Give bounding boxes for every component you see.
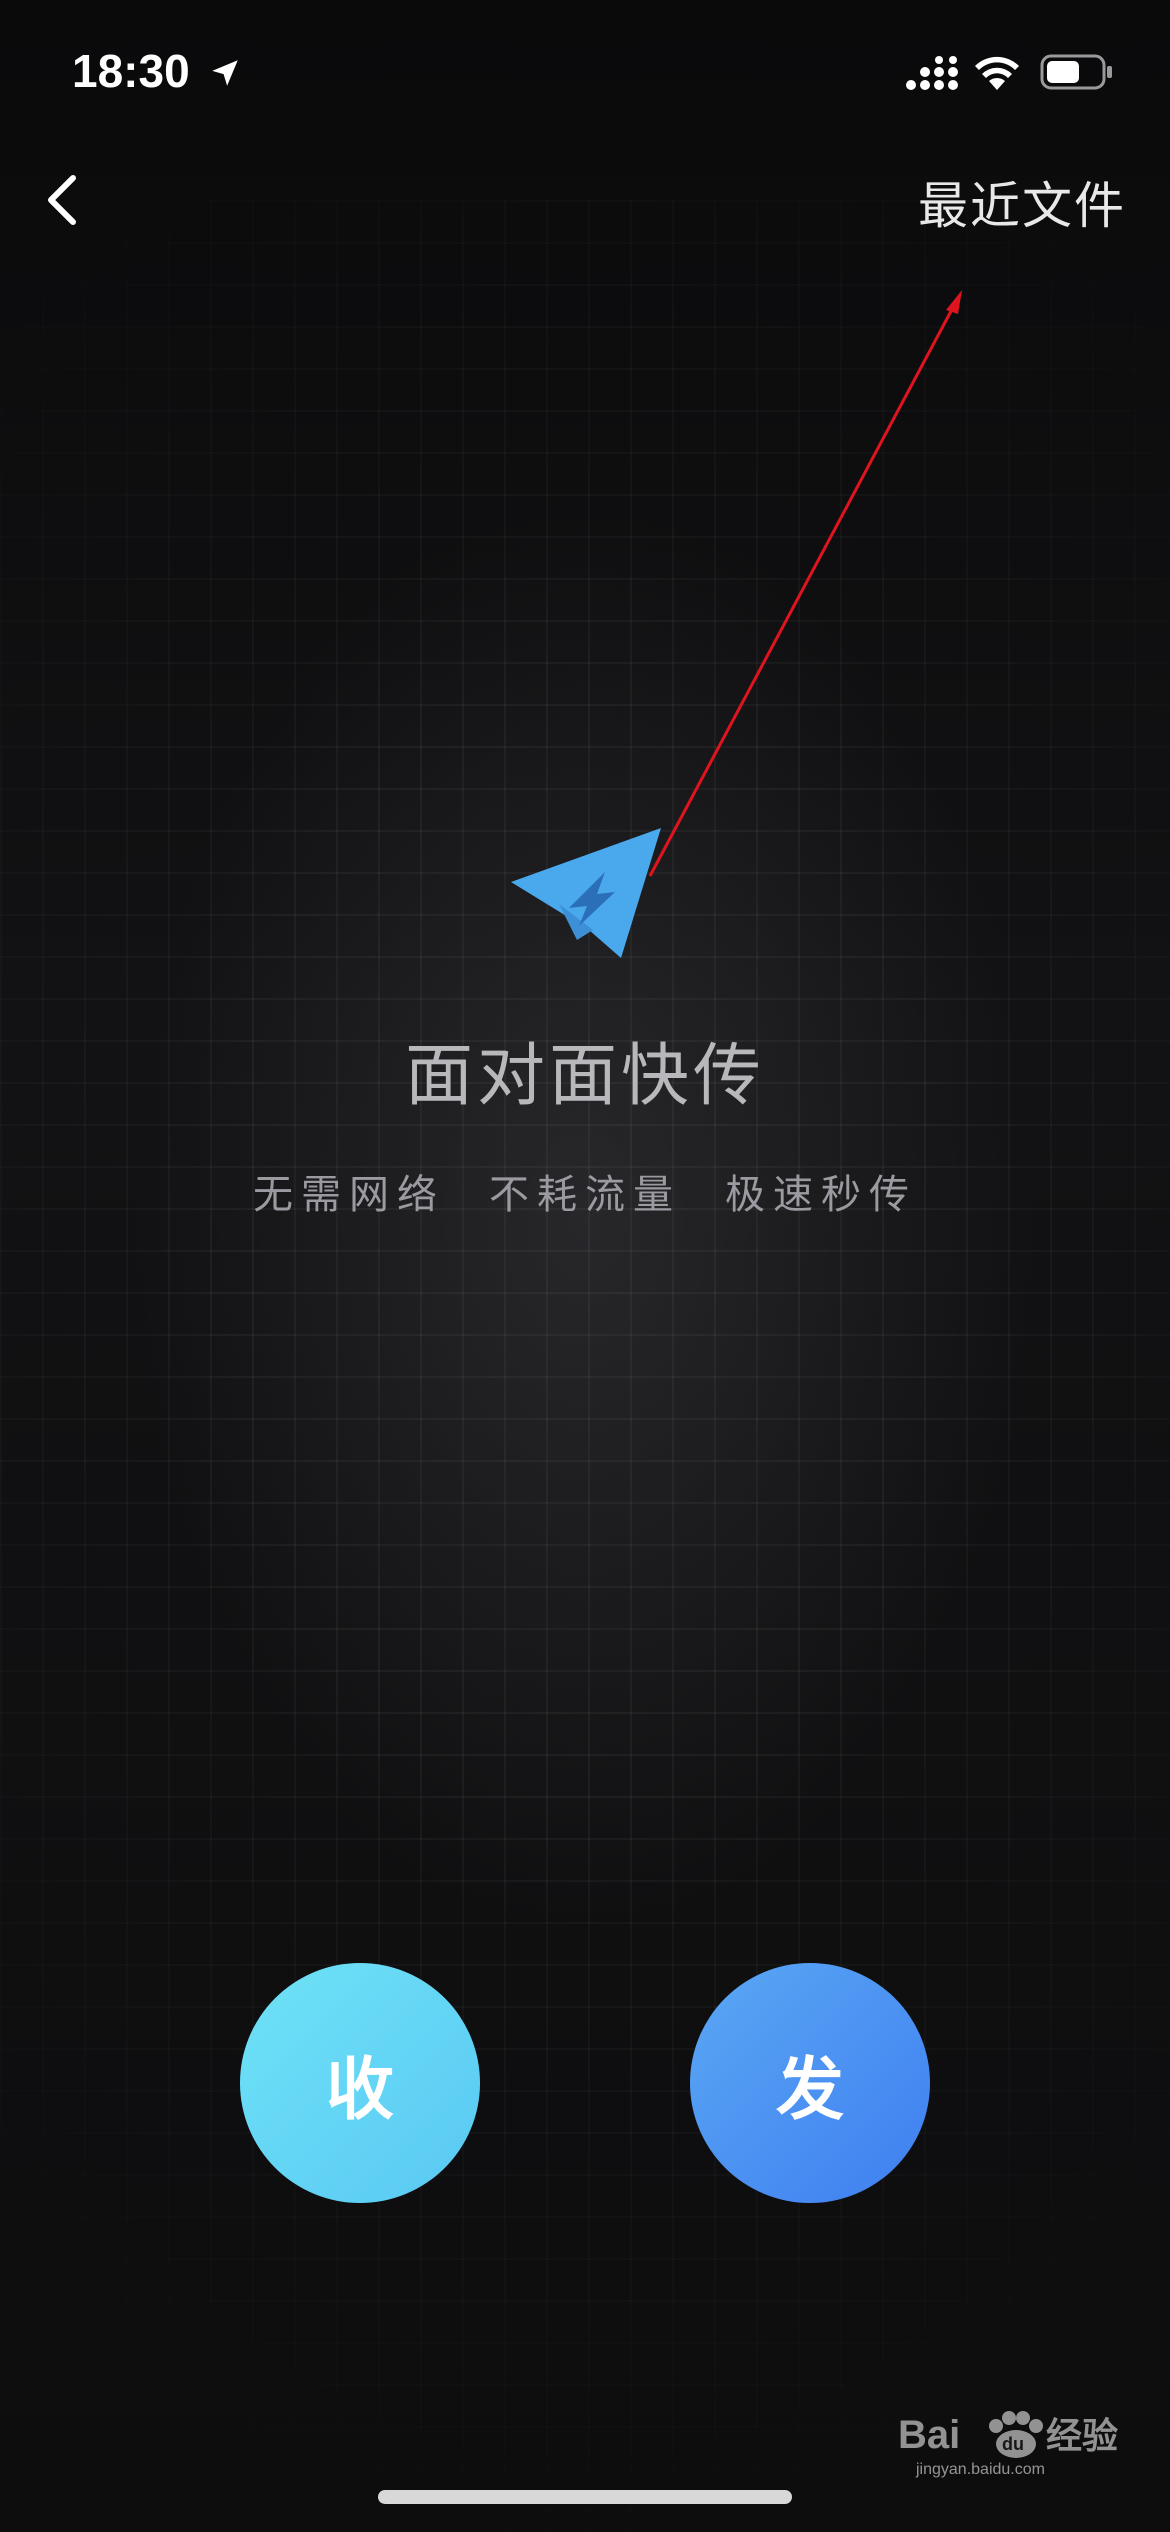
- wifi-icon: [975, 56, 1019, 90]
- svg-text:经验: 经验: [1046, 2416, 1118, 2457]
- svg-text:Bai: Bai: [898, 2413, 960, 2457]
- feature-item-no-data: 不耗流量: [489, 1173, 681, 1217]
- send-button[interactable]: 发: [690, 1963, 930, 2203]
- status-time: 18:30: [72, 45, 190, 97]
- back-button[interactable]: [28, 160, 98, 240]
- status-bar: 18:30: [0, 0, 1170, 150]
- chevron-left-icon: [48, 175, 76, 225]
- location-arrow-icon: [212, 60, 238, 86]
- battery-icon: [1040, 54, 1112, 90]
- baidu-jingyan-watermark: Bai du 经验 jingyan.baidu.com: [898, 2411, 1118, 2478]
- svg-text:jingyan.baidu.com: jingyan.baidu.com: [915, 2461, 1045, 2478]
- background-grid: [0, 200, 1170, 2532]
- feature-item-no-network: 无需网络: [253, 1173, 445, 1217]
- signal-icon: [906, 56, 958, 90]
- home-indicator[interactable]: [378, 2490, 792, 2504]
- recent-files-button[interactable]: 最近文件: [918, 166, 1126, 238]
- receive-button[interactable]: 收: [240, 1963, 480, 2203]
- paper-plane-lightning-icon: [511, 828, 661, 958]
- feature-list: 无需网络 不耗流量 极速秒传: [0, 1162, 1170, 1220]
- quick-transfer-screen: 18:30 最近文件 面对面快传 无需网络 不耗流量 极速秒传 收 发 Bai …: [0, 0, 1170, 2532]
- feature-item-fast-transfer: 极速秒传: [725, 1173, 917, 1217]
- svg-text:du: du: [1002, 2434, 1024, 2454]
- page-title: 面对面快传: [404, 1038, 765, 1114]
